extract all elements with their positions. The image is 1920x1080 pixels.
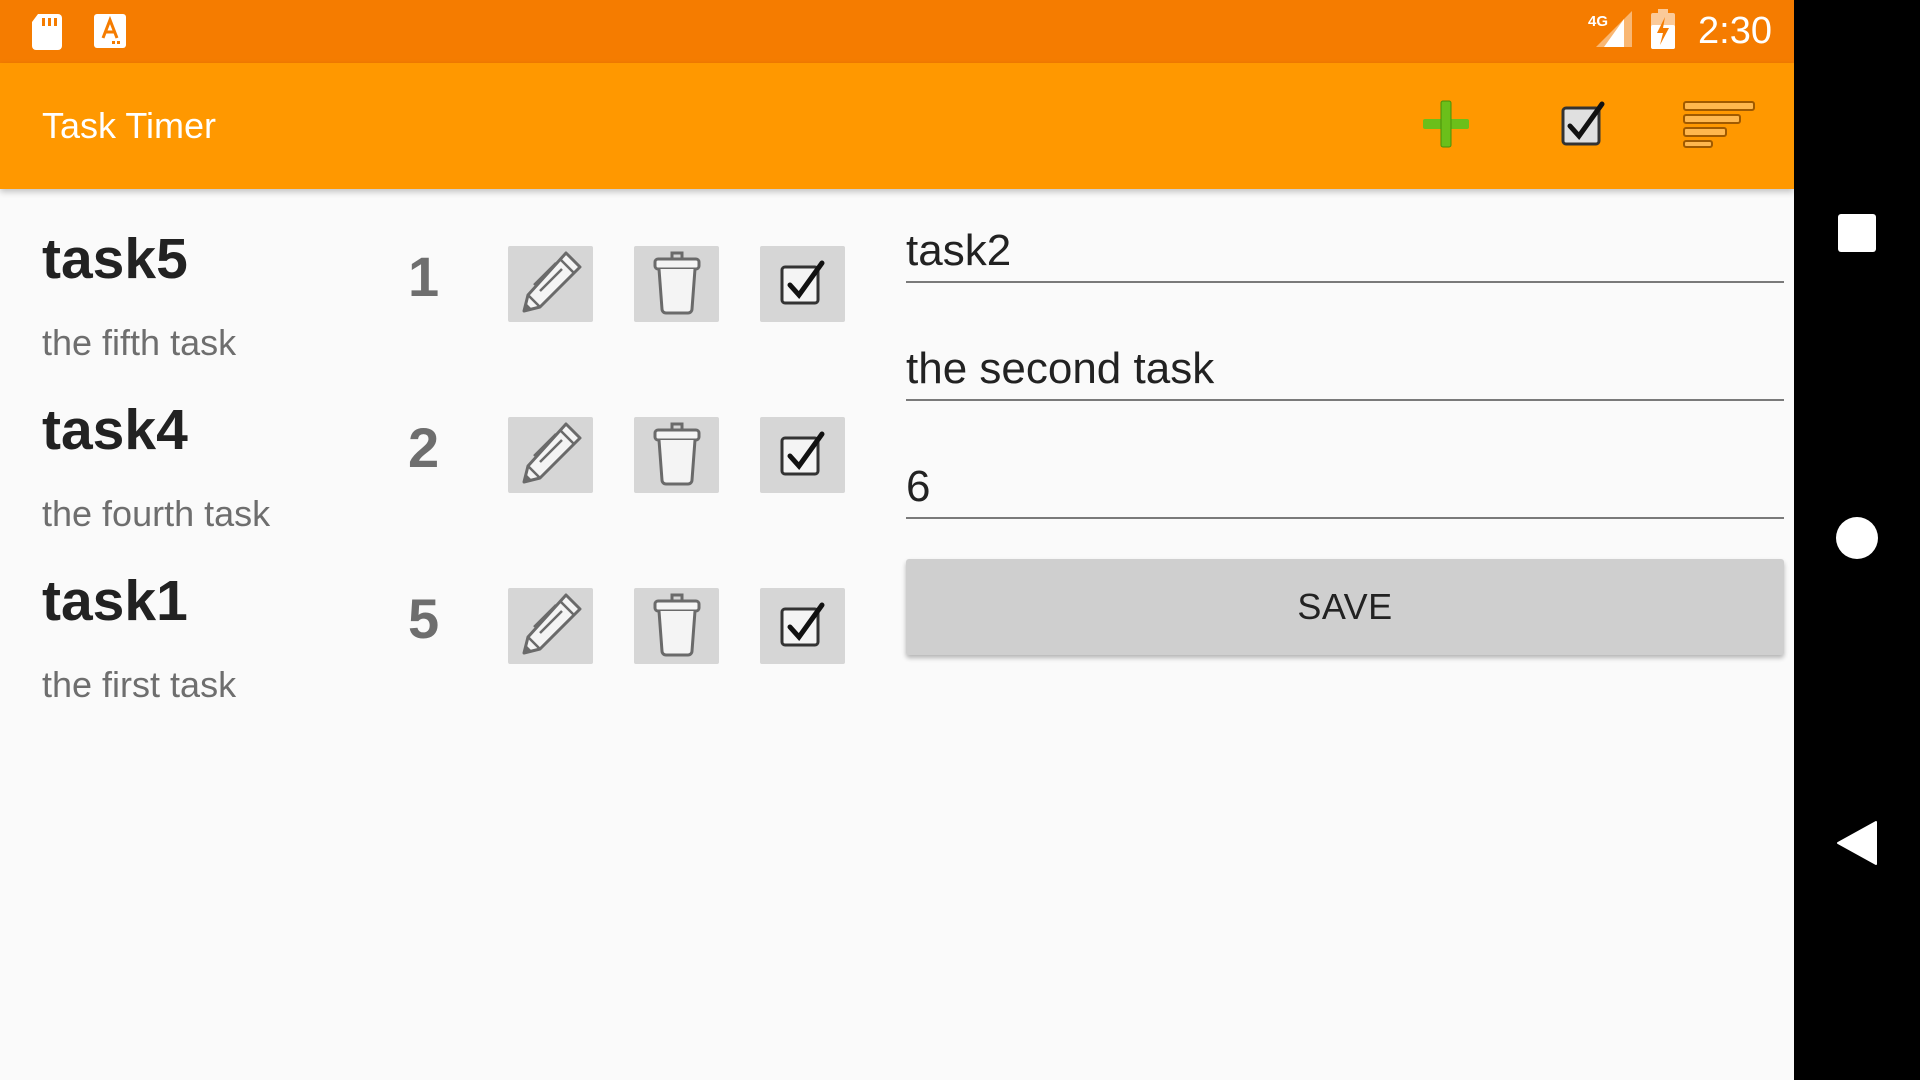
task-list: task5 the fifth task 1 task4 the fourth … <box>0 189 880 705</box>
home-button[interactable] <box>1794 477 1920 603</box>
sort-lines-icon <box>1682 100 1756 153</box>
pencil-icon <box>516 589 586 664</box>
task-sort-order: 5 <box>408 587 440 650</box>
edit-task-button[interactable] <box>508 417 593 493</box>
recents-button[interactable] <box>1794 172 1920 298</box>
trash-icon <box>652 591 702 662</box>
task-row[interactable]: task1 the first task 5 <box>0 531 880 705</box>
sd-card-icon <box>32 14 64 55</box>
app-title: Task Timer <box>42 105 217 146</box>
delete-task-button[interactable] <box>634 246 719 322</box>
save-button[interactable]: SAVE <box>906 559 1784 655</box>
checkbox-icon <box>778 599 828 654</box>
edit-task-button[interactable] <box>508 588 593 664</box>
checkbox-icon <box>778 428 828 483</box>
delete-task-button[interactable] <box>634 417 719 493</box>
edit-task-button[interactable] <box>508 246 593 322</box>
task-name: task1 <box>42 569 188 633</box>
add-task-button[interactable] <box>1411 91 1481 161</box>
task-sort-order: 1 <box>408 245 440 308</box>
task-sort-order-field[interactable] <box>906 457 1784 519</box>
complete-task-button[interactable] <box>760 588 845 664</box>
task-description: the fourth task <box>42 493 271 534</box>
navigation-bar <box>1794 0 1920 1080</box>
sort-button[interactable] <box>1682 91 1756 161</box>
task-description-field[interactable] <box>906 339 1784 401</box>
task-name-field[interactable] <box>906 221 1784 283</box>
battery-charging-icon <box>1650 9 1676 54</box>
task-sort-order: 2 <box>408 416 440 479</box>
task-description: the fifth task <box>42 322 237 363</box>
home-icon <box>1835 516 1879 565</box>
recents-icon <box>1836 212 1878 259</box>
complete-task-button[interactable] <box>760 417 845 493</box>
trash-icon <box>652 249 702 320</box>
font-a-icon <box>94 14 126 53</box>
complete-task-button[interactable] <box>760 246 845 322</box>
task-row[interactable]: task4 the fourth task 2 <box>0 360 880 534</box>
pencil-icon <box>516 247 586 322</box>
task-name: task4 <box>42 398 188 462</box>
durations-button[interactable] <box>1548 91 1618 161</box>
screen: 4G 2:30 Task Timer task5 the fifth task … <box>0 0 1920 1080</box>
checkbox-icon <box>778 257 828 312</box>
status-indicators: 4G 2:30 <box>1588 0 1772 63</box>
pencil-icon <box>516 418 586 493</box>
trash-icon <box>652 420 702 491</box>
clock: 2:30 <box>1698 10 1772 52</box>
checkbox-icon <box>1560 100 1606 153</box>
status-bar: 4G 2:30 <box>0 0 1794 63</box>
app-bar: Task Timer <box>0 63 1794 189</box>
signal-4g-icon: 4G <box>1588 9 1633 54</box>
task-description: the first task <box>42 664 237 705</box>
task-name: task5 <box>42 227 188 291</box>
plus-icon <box>1421 99 1471 154</box>
task-row[interactable]: task5 the fifth task 1 <box>0 189 880 363</box>
back-icon <box>1836 820 1878 871</box>
delete-task-button[interactable] <box>634 588 719 664</box>
svg-text:4G: 4G <box>1588 13 1608 30</box>
back-button[interactable] <box>1794 782 1920 908</box>
